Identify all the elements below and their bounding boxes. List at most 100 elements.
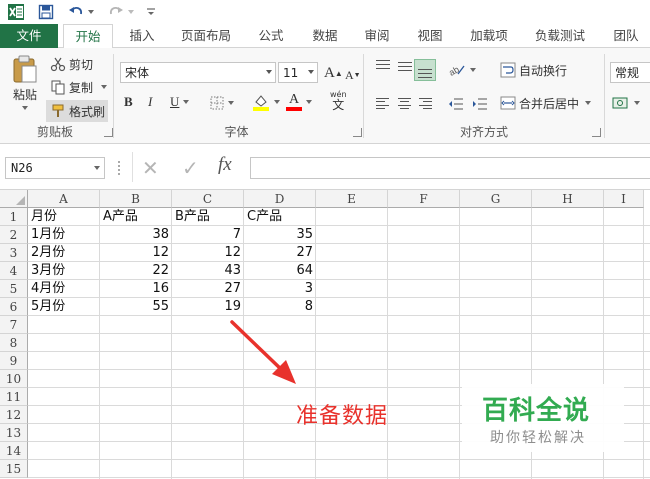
- grid-cell[interactable]: C产品: [244, 208, 316, 226]
- alignment-launcher-icon[interactable]: [592, 128, 601, 137]
- grid-cell[interactable]: 35: [244, 226, 316, 244]
- customize-qat-icon[interactable]: [144, 2, 158, 22]
- font-color-button[interactable]: A: [286, 91, 312, 113]
- align-left-icon[interactable]: [376, 98, 389, 109]
- align-middle-icon[interactable]: [398, 62, 412, 71]
- chevron-down-icon[interactable]: [101, 85, 108, 89]
- bold-button[interactable]: B: [124, 92, 133, 112]
- row-header[interactable]: 11: [0, 388, 28, 406]
- chevron-down-icon[interactable]: [634, 101, 640, 105]
- row-header[interactable]: 7: [0, 316, 28, 334]
- chevron-down-icon[interactable]: [88, 10, 94, 14]
- chevron-down-icon[interactable]: [274, 100, 280, 104]
- paste-button[interactable]: 粘贴: [6, 54, 44, 116]
- row-header[interactable]: 12: [0, 406, 28, 424]
- chevron-down-icon[interactable]: [470, 68, 476, 72]
- grid-cell[interactable]: 12: [172, 244, 244, 262]
- column-header[interactable]: A: [28, 190, 100, 208]
- row-header[interactable]: 1: [0, 208, 28, 226]
- grid-cell[interactable]: 43: [172, 262, 244, 280]
- insert-function-button[interactable]: fx: [218, 154, 232, 176]
- chevron-down-icon[interactable]: [306, 100, 312, 104]
- row-header[interactable]: 14: [0, 442, 28, 460]
- excel-logo-icon[interactable]: [6, 2, 26, 22]
- increase-indent-button[interactable]: [472, 94, 488, 114]
- align-center-icon[interactable]: [398, 98, 411, 109]
- row-header[interactable]: 15: [0, 460, 28, 478]
- font-size-select[interactable]: 11: [278, 62, 318, 83]
- underline-button[interactable]: U: [170, 92, 190, 112]
- row-header[interactable]: 8: [0, 334, 28, 352]
- accounting-format-button[interactable]: [612, 93, 640, 113]
- tab-load-test[interactable]: 负载测试: [526, 24, 594, 48]
- grid-cell[interactable]: 4月份: [28, 280, 100, 298]
- name-box[interactable]: N26: [5, 157, 105, 179]
- fill-color-button[interactable]: [252, 91, 280, 113]
- decrease-indent-button[interactable]: [448, 94, 464, 114]
- grid-cell[interactable]: 16: [100, 280, 172, 298]
- font-launcher-icon[interactable]: [353, 128, 362, 137]
- tab-data[interactable]: 数据: [302, 24, 348, 48]
- chevron-down-icon[interactable]: [585, 101, 592, 105]
- column-header[interactable]: I: [604, 190, 644, 208]
- grid-cell[interactable]: 38: [100, 226, 172, 244]
- grid-cell[interactable]: B产品: [172, 208, 244, 226]
- row-header[interactable]: 5: [0, 280, 28, 298]
- borders-button[interactable]: [210, 93, 234, 113]
- chevron-down-icon[interactable]: [183, 100, 190, 104]
- chevron-down-icon[interactable]: [308, 70, 314, 74]
- tab-addins[interactable]: 加载项: [460, 24, 518, 48]
- grid-cell[interactable]: 64: [244, 262, 316, 280]
- undo-icon[interactable]: [66, 2, 96, 22]
- enter-icon[interactable]: ✓: [182, 156, 199, 180]
- column-header[interactable]: E: [316, 190, 388, 208]
- grid-cell[interactable]: 27: [244, 244, 316, 262]
- grid-cell[interactable]: 12: [100, 244, 172, 262]
- clipboard-launcher-icon[interactable]: [104, 128, 113, 137]
- resize-handle[interactable]: [118, 161, 120, 175]
- grid-cell[interactable]: 3月份: [28, 262, 100, 280]
- cut-button[interactable]: 剪切: [50, 54, 93, 74]
- grid-cell[interactable]: 1月份: [28, 226, 100, 244]
- grid-cell[interactable]: A产品: [100, 208, 172, 226]
- align-right-icon[interactable]: [419, 98, 432, 109]
- row-header[interactable]: 9: [0, 352, 28, 370]
- tab-insert[interactable]: 插入: [118, 24, 166, 48]
- chevron-down-icon[interactable]: [228, 101, 234, 105]
- grid-cell[interactable]: 27: [172, 280, 244, 298]
- column-header[interactable]: D: [244, 190, 316, 208]
- chevron-down-icon[interactable]: [22, 106, 28, 110]
- chevron-down-icon[interactable]: [128, 10, 134, 14]
- tab-team[interactable]: 团队: [603, 24, 649, 48]
- tab-view[interactable]: 视图: [407, 24, 453, 48]
- shrink-font-button[interactable]: A ▼: [345, 65, 361, 85]
- italic-button[interactable]: I: [148, 92, 152, 112]
- font-name-select[interactable]: 宋体: [120, 62, 276, 83]
- column-header[interactable]: F: [388, 190, 460, 208]
- column-header[interactable]: B: [100, 190, 172, 208]
- grid-cell[interactable]: 5月份: [28, 298, 100, 316]
- grid-cell[interactable]: 3: [244, 280, 316, 298]
- cancel-icon[interactable]: ✕: [142, 156, 159, 180]
- grid-cell[interactable]: 月份: [28, 208, 100, 226]
- wrap-text-button[interactable]: 自动换行: [500, 60, 567, 80]
- column-header[interactable]: G: [460, 190, 532, 208]
- merge-center-button[interactable]: 合并后居中: [500, 93, 592, 113]
- grid-cell[interactable]: 2月份: [28, 244, 100, 262]
- grow-font-button[interactable]: A ▲: [324, 63, 343, 83]
- row-header[interactable]: 3: [0, 244, 28, 262]
- row-header[interactable]: 4: [0, 262, 28, 280]
- row-header[interactable]: 10: [0, 370, 28, 388]
- formula-input[interactable]: [250, 157, 650, 179]
- row-header[interactable]: 6: [0, 298, 28, 316]
- tab-review[interactable]: 审阅: [354, 24, 400, 48]
- row-header[interactable]: 13: [0, 424, 28, 442]
- save-icon[interactable]: [36, 2, 56, 22]
- tab-formulas[interactable]: 公式: [248, 24, 294, 48]
- grid-cell[interactable]: 22: [100, 262, 172, 280]
- column-header[interactable]: H: [532, 190, 604, 208]
- align-bottom-button[interactable]: [414, 59, 436, 81]
- phonetic-button[interactable]: wén 文: [330, 90, 347, 114]
- column-header[interactable]: C: [172, 190, 244, 208]
- align-top-icon[interactable]: [376, 60, 390, 69]
